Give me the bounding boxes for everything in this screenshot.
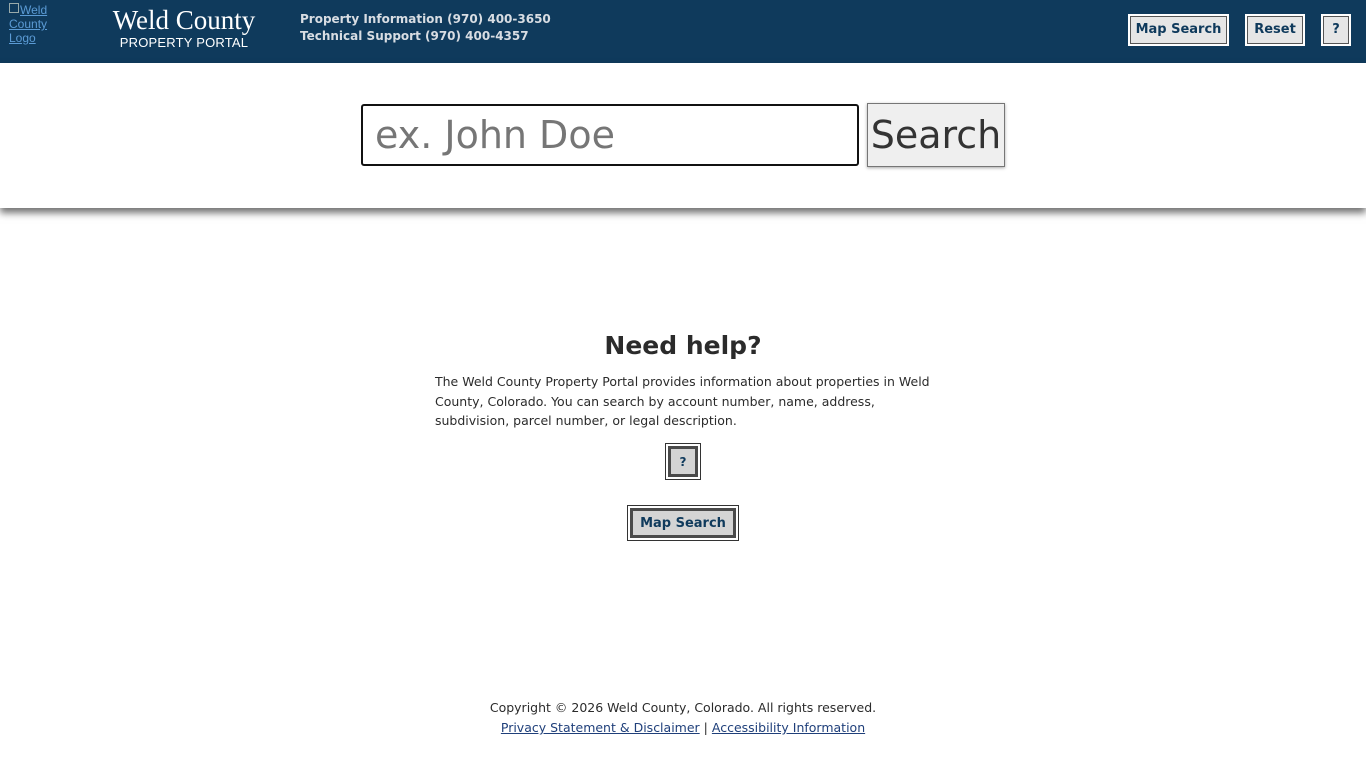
accessibility-info-link[interactable]: Accessibility Information <box>712 720 865 735</box>
map-search-button[interactable]: Map Search <box>627 505 739 541</box>
search-button[interactable]: Search <box>867 103 1005 167</box>
brand-title: Weld County <box>112 5 256 35</box>
header-help-button[interactable]: ? <box>1321 14 1351 46</box>
county-logo-link[interactable]: Weld County Logo <box>9 3 71 61</box>
copyright-text: Copyright © 2026 Weld County, Colorado. … <box>489 700 877 715</box>
top-header: Weld County Logo Weld County PROPERTY PO… <box>0 0 1366 63</box>
contact-info: Property Information (970) 400-3650 Tech… <box>300 11 551 45</box>
technical-support-phone: Technical Support (970) 400-4357 <box>300 29 529 43</box>
help-description: The Weld County Property Portal provides… <box>435 374 930 428</box>
brand: Weld County PROPERTY PORTAL <box>100 5 268 51</box>
broken-image-icon <box>9 3 19 13</box>
footer-links: Privacy Statement & Disclaimer | Accessi… <box>0 718 1366 738</box>
help-button[interactable]: ? <box>665 443 701 480</box>
privacy-statement-link[interactable]: Privacy Statement & Disclaimer <box>501 720 700 735</box>
header-reset-button[interactable]: Reset <box>1245 14 1305 46</box>
footer: Copyright © 2026 Weld County, Colorado. … <box>0 698 1366 738</box>
help-title: Need help? <box>604 331 762 360</box>
brand-subtitle: PROPERTY PORTAL <box>119 35 249 50</box>
search-input[interactable] <box>361 104 859 166</box>
footer-separator: | <box>703 720 708 735</box>
header-map-search-button[interactable]: Map Search <box>1128 14 1229 46</box>
search-band: Search <box>0 63 1366 208</box>
property-info-phone: Property Information (970) 400-3650 <box>300 12 551 26</box>
